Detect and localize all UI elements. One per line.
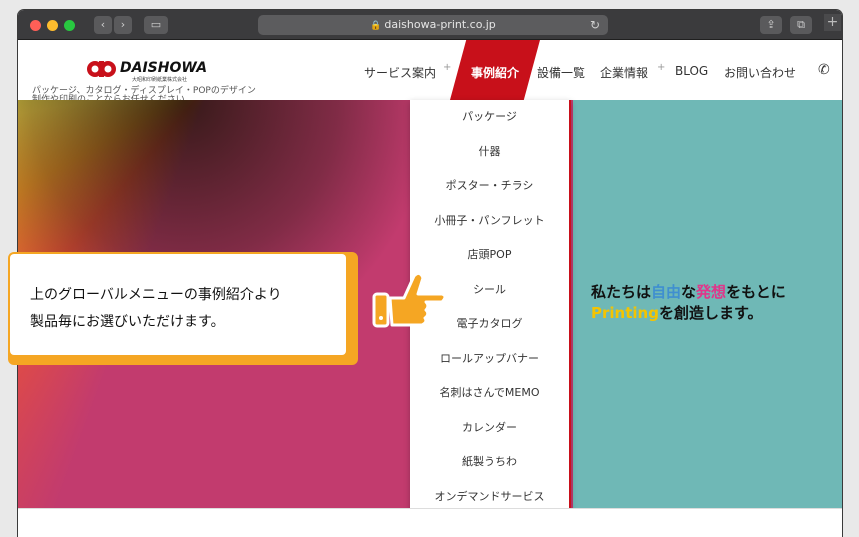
url-text: daishowa-print.co.jp: [384, 18, 496, 31]
nav-service[interactable]: サービス案内: [364, 64, 436, 81]
callout-box: 上のグローバルメニューの事例紹介より 製品毎にお選びいただけます。: [10, 254, 346, 355]
nav-contact[interactable]: お問い合わせ: [724, 64, 796, 81]
lock-icon: 🔒: [370, 21, 382, 31]
nav-equipment[interactable]: 設備一覧: [537, 64, 585, 81]
hero-text-jiyu: 自由: [651, 283, 682, 301]
nav-plus-icon: +: [443, 62, 452, 73]
page-bottom: [18, 508, 842, 537]
share-button[interactable]: ⇪: [760, 16, 782, 34]
hero-text-hassou: 発想: [696, 283, 727, 301]
minimize-window-button[interactable]: [47, 20, 58, 31]
daishowa-logo-icon: [87, 61, 116, 77]
hero-text-part: な: [681, 283, 697, 301]
logo-subtext: 大昭和印刷紙業株式会社: [132, 77, 188, 83]
tabs-icon: ⧉: [797, 18, 805, 31]
dropdown-item-fixtures[interactable]: 什器: [410, 135, 569, 170]
phone-icon[interactable]: ✆: [818, 62, 830, 78]
browser-titlebar: ‹ › ▭ 🔒 daishowa-print.co.jp ↻ ⇪ ⧉: [18, 10, 842, 40]
callout-line: 製品毎にお選びいただけます。: [30, 314, 225, 330]
dropdown-item-calendar[interactable]: カレンダー: [410, 411, 569, 446]
new-tab-button[interactable]: +: [824, 14, 841, 31]
close-window-button[interactable]: [30, 20, 41, 31]
zoom-window-button[interactable]: [64, 20, 75, 31]
forward-button[interactable]: ›: [114, 16, 132, 34]
plus-icon: +: [826, 14, 839, 30]
address-bar[interactable]: 🔒 daishowa-print.co.jp ↻: [258, 15, 608, 35]
nav-case-studies[interactable]: 事例紹介: [450, 40, 540, 100]
dropdown-item-card-memo[interactable]: 名刺はさんでMEMO: [410, 376, 569, 411]
instruction-callout: 上のグローバルメニューの事例紹介より 製品毎にお選びいただけます。: [8, 252, 358, 365]
sidebar-toggle-button[interactable]: ▭: [144, 16, 168, 34]
dropdown-item-paper-fan[interactable]: 紙製うちわ: [410, 445, 569, 480]
hero-catchphrase: 私たちは自由な発想をもとに Printingを創造します。: [591, 282, 841, 324]
nav-plus-icon: +: [657, 62, 666, 73]
nav-blog[interactable]: BLOG: [675, 64, 708, 78]
dropdown-item-package[interactable]: パッケージ: [410, 100, 569, 135]
dropdown-item-poster[interactable]: ポスター・チラシ: [410, 169, 569, 204]
back-button[interactable]: ‹: [94, 16, 112, 34]
dropdown-item-booklet[interactable]: 小冊子・パンフレット: [410, 204, 569, 239]
sidebar-icon: ▭: [150, 18, 162, 31]
pointing-hand-icon: [372, 271, 447, 328]
nav-company[interactable]: 企業情報: [600, 64, 648, 81]
reload-icon[interactable]: ↻: [590, 15, 600, 35]
nav-case-studies-label: 事例紹介: [470, 66, 519, 80]
logo-text: DAISHOWA: [120, 60, 208, 76]
hero-text-part: を創造します。: [658, 304, 763, 322]
callout-text: 上のグローバルメニューの事例紹介より 製品毎にお選びいただけます。: [30, 282, 282, 336]
tabs-overview-button[interactable]: ⧉: [790, 16, 812, 34]
chevron-left-icon: ‹: [100, 18, 106, 31]
dropdown-item-rollup-banner[interactable]: ロールアップバナー: [410, 342, 569, 377]
hero-text-part: 私たちは: [591, 283, 652, 301]
share-icon: ⇪: [766, 18, 776, 31]
chevron-right-icon: ›: [120, 18, 126, 31]
hero-text-part: をもとに: [726, 283, 786, 301]
site-header: DAISHOWA 大昭和印刷紙業株式会社 パッケージ、カタログ・ディスプレイ・P…: [18, 40, 842, 105]
hero-text-printing: Printing: [591, 304, 659, 322]
callout-line: 上のグローバルメニューの事例紹介より: [30, 287, 282, 303]
